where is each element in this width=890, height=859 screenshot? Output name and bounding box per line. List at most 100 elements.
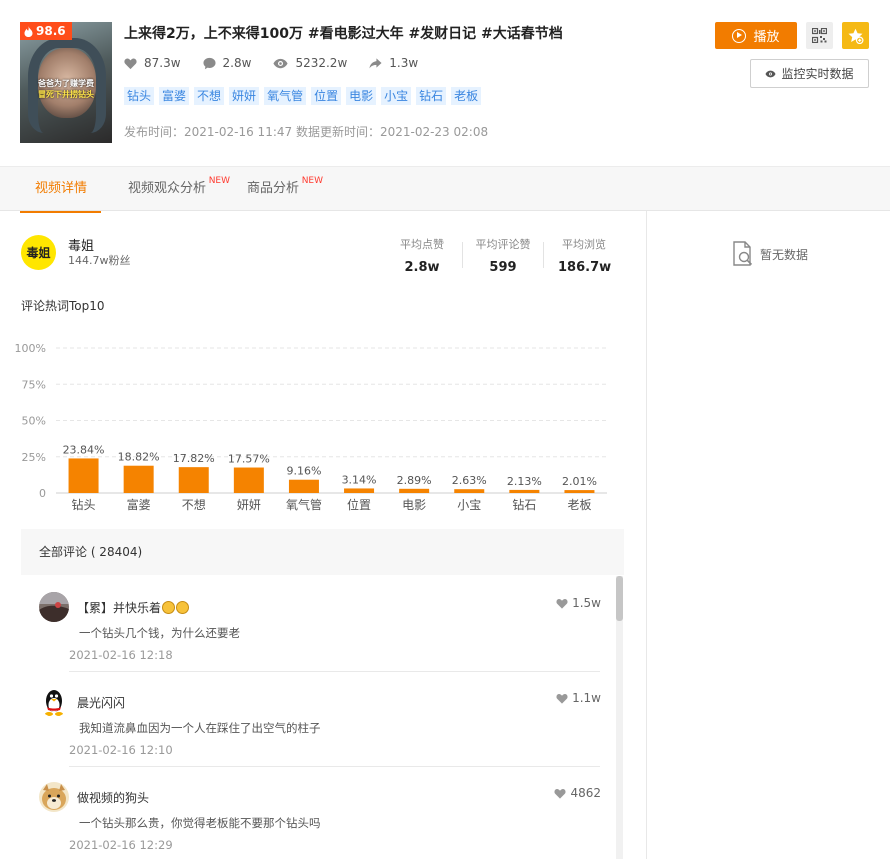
comments-panel: 全部评论 ( 28404) 【累】并快乐着 一个钻头几个钱，为什么还要老 202… (21, 529, 624, 859)
comment-divider (69, 766, 600, 767)
chart-x-tick-label: 富婆 (127, 497, 151, 512)
chart-x-tick-label: 电影 (402, 498, 426, 512)
chart-x-tick-label: 位置 (347, 497, 371, 512)
video-tag[interactable]: 电影 (346, 87, 377, 105)
chart-x-tick-label: 妍妍 (237, 498, 261, 512)
video-tag[interactable]: 富婆 (159, 87, 190, 105)
chart-y-tick-label: 75% (22, 378, 46, 391)
chart-x-tick-label: 氧气管 (286, 497, 322, 512)
chart-bar[interactable] (178, 467, 209, 493)
video-tag[interactable]: 妍妍 (229, 87, 260, 105)
chart-x-tick-label: 不想 (182, 497, 206, 512)
avg-likes: 平均点赞 2.8w (400, 238, 444, 275)
chart-bar[interactable] (288, 479, 319, 493)
smile-emoji-icon (162, 601, 176, 614)
star-icon (848, 28, 864, 44)
dog-avatar[interactable] (39, 782, 69, 812)
hot-words-chart: 0 25% 50% 75% 100% 23.84% 钻头 18.82% 富婆 17.82% 不想 17… (15, 342, 607, 512)
chart-bar[interactable] (233, 467, 264, 493)
thumbnail-caption: 爸爸为了赚学费 冒死下井捞钻头 (38, 79, 94, 99)
chart-bar[interactable] (509, 489, 540, 493)
chart-bar[interactable] (564, 490, 595, 493)
qr-code-button[interactable] (806, 22, 833, 49)
heart-icon (556, 598, 568, 609)
eye-icon (765, 70, 776, 77)
chart-x-tick-label: 小宝 (457, 498, 481, 512)
video-title: 上来得2万，上不来得100万 #看电影过大年 #发财日记 #大话春节档 (124, 26, 563, 42)
avg-divider (543, 242, 544, 268)
chart-bar[interactable] (123, 465, 154, 493)
video-thumbnail[interactable]: 爸爸为了赚学费 冒死下井捞钻头 (20, 22, 112, 143)
chart-x-tick-label: 钻头 (72, 497, 96, 512)
comment-likes: 1.1w (556, 691, 601, 705)
chart-data-label: 2.01% (562, 475, 597, 488)
comment-likes: 1.5w (556, 596, 601, 610)
chart-data-label: 2.63% (452, 474, 487, 487)
avg-comment-likes: 平均评论赞 599 (475, 238, 531, 275)
no-data-icon (733, 241, 753, 266)
chart-bar[interactable] (399, 488, 430, 493)
heart-icon (554, 788, 566, 799)
likes-stat: 87.3w (124, 56, 181, 70)
author-fans: 144.7w粉丝 (68, 254, 131, 267)
scrollbar-thumb[interactable] (616, 576, 623, 621)
video-tag[interactable]: 氧气管 (264, 87, 307, 105)
views-stat: 5232.2w (273, 56, 347, 70)
chart-data-label: 9.16% (286, 465, 321, 478)
tab-audience-analysis[interactable]: 视频观众分析 NEW (128, 167, 230, 212)
play-button[interactable]: 播放 (715, 22, 797, 49)
shares-stat: 1.3w (369, 56, 418, 70)
video-times: 发布时间：2021-02-16 11:47 数据更新时间：2021-02-23 … (124, 125, 489, 139)
chart-data-label: 2.89% (397, 474, 432, 487)
chart-x-tick-label: 钻石 (512, 497, 536, 512)
chart-bar[interactable] (454, 489, 485, 493)
monitor-realtime-button[interactable]: 监控实时数据 (750, 59, 869, 88)
chart-y-tick-label: 0 (39, 487, 46, 500)
share-icon (369, 57, 382, 68)
tab-video-details[interactable]: 视频详情 (19, 167, 102, 213)
chart-y-tick-label: 50% (22, 415, 46, 428)
comments-stat: 2.8w (203, 56, 251, 70)
video-tag[interactable]: 钻头 (124, 87, 155, 105)
new-badge: NEW (301, 176, 324, 186)
qr-code-icon (812, 28, 827, 43)
hot-score-value: 98.6 (36, 24, 66, 38)
video-stats: 87.3w 2.8w 5232.2w 1.3w (124, 56, 418, 70)
eye-icon (273, 58, 288, 68)
comments-scrollbar[interactable] (616, 576, 623, 859)
video-tag[interactable]: 小宝 (381, 87, 412, 105)
chart-data-label: 2.13% (507, 475, 542, 488)
heart-icon (556, 693, 568, 704)
comment-icon (203, 57, 216, 69)
favorite-button[interactable] (842, 22, 869, 49)
chart-bar[interactable] (68, 458, 99, 493)
tab-product-analysis[interactable]: 商品分析 NEW (247, 167, 323, 212)
chart-bar[interactable] (344, 488, 375, 493)
chart-x-tick-label: 老板 (567, 498, 591, 512)
chart-data-label: 18.82% (118, 451, 160, 464)
video-tag[interactable]: 位置 (311, 87, 342, 105)
comments-list[interactable]: 【累】并快乐着 一个钻头几个钱，为什么还要老 2021-02-16 12:18 … (21, 575, 624, 859)
panel-divider (646, 211, 647, 859)
author-avatar[interactable]: 毒姐 (21, 235, 56, 270)
video-tag[interactable]: 老板 (451, 87, 482, 105)
chart-data-label: 3.14% (342, 473, 377, 486)
video-tag[interactable]: 钻石 (416, 87, 447, 105)
video-header: 爸爸为了赚学费 冒死下井捞钻头 98.6 上来得2万，上不来得100万 #看电影… (0, 0, 890, 166)
video-tag[interactable]: 不想 (194, 87, 225, 105)
chart-y-tick-label: 100% (15, 342, 46, 355)
avg-divider (462, 242, 463, 268)
new-badge: NEW (208, 176, 231, 186)
chart-y-tick-label: 25% (22, 451, 46, 464)
smile-emoji-icon (176, 601, 190, 614)
penguin-avatar[interactable] (39, 687, 69, 717)
comments-header: 全部评论 ( 28404) (21, 529, 624, 575)
chart-data-label: 23.84% (63, 443, 105, 456)
play-icon (732, 28, 747, 43)
avg-views: 平均浏览 186.7w (558, 238, 612, 275)
photo-avatar[interactable] (39, 592, 69, 622)
comment-likes: 4862 (554, 786, 601, 800)
hot-words-title: 评论热词Top10 (21, 299, 105, 313)
no-data-notice: 暂无数据 (732, 240, 808, 268)
tab-bar: 视频详情 视频观众分析 NEW 商品分析 NEW (0, 166, 890, 213)
